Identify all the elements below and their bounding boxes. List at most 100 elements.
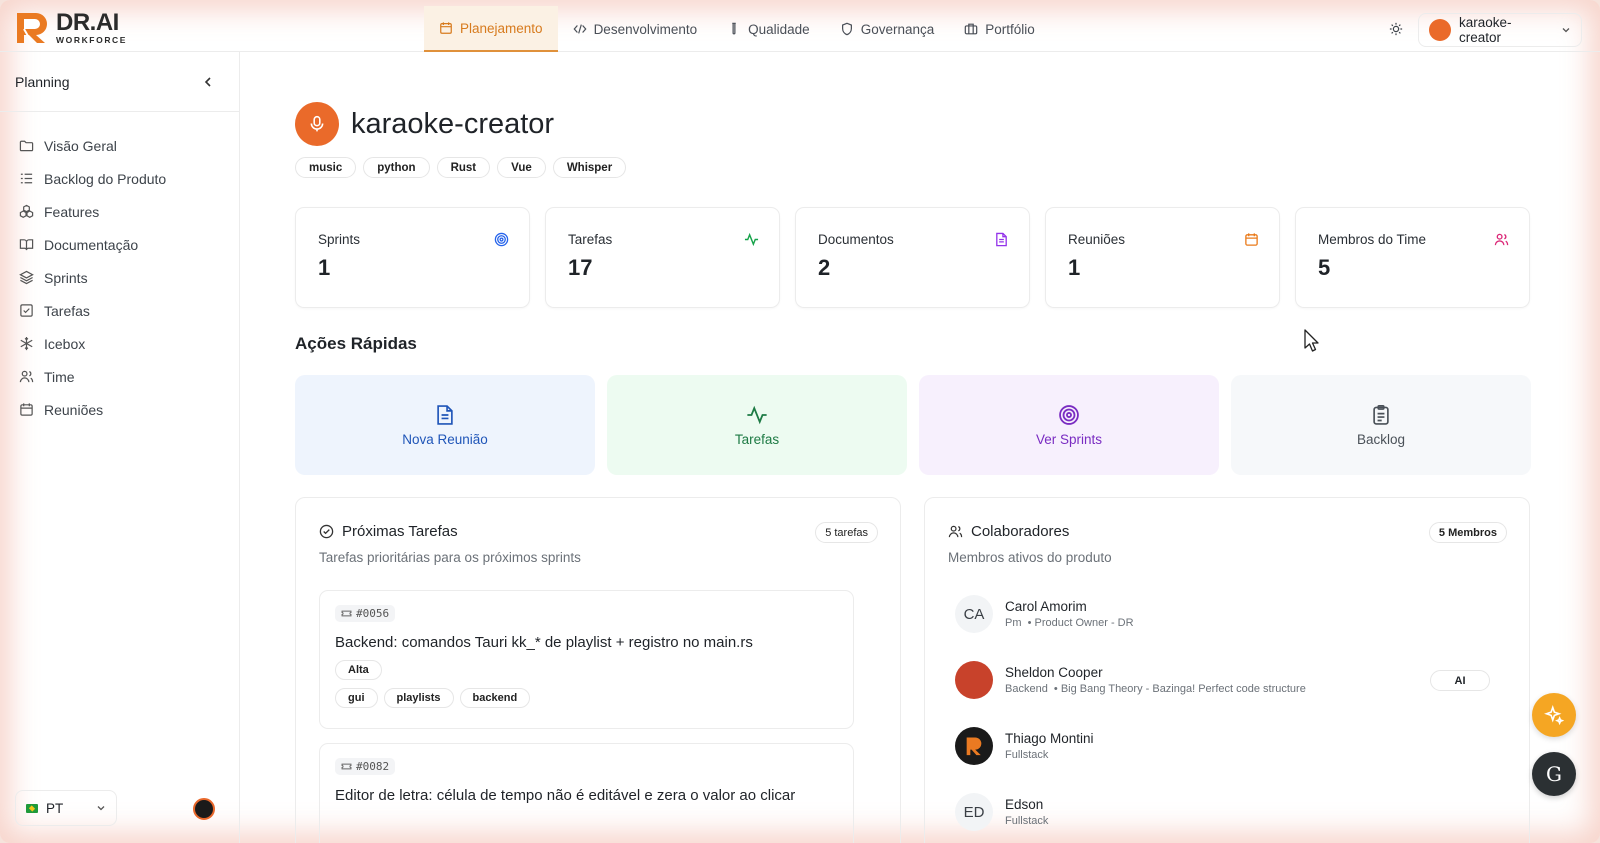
page-title: karaoke-creator (351, 107, 555, 140)
sidebar-item-label: Features (44, 203, 100, 220)
member-name: Carol Amorim (1005, 599, 1087, 614)
member-name: Sheldon Cooper (1005, 665, 1103, 680)
avatar: ED (955, 793, 993, 831)
member-role: Fullstack (1005, 749, 1049, 761)
task-tag: playlists (383, 688, 454, 709)
stat-label: Documentos (818, 232, 894, 247)
tag: python (363, 157, 430, 178)
calendar-icon (1245, 233, 1258, 246)
chevron-left-icon[interactable] (203, 76, 213, 88)
stat-value: 17 (568, 255, 593, 280)
action-label: Nova Reunião (402, 431, 488, 447)
sidebar-title: Planning (15, 73, 70, 90)
panel-title: Próximas Tarefas (342, 523, 458, 540)
users-icon (19, 370, 34, 383)
sidebar-item-documentacao[interactable]: Documentação (0, 228, 239, 261)
microphone-icon (310, 115, 324, 132)
stat-value: 5 (1318, 255, 1331, 280)
sidebar-item-features[interactable]: Features (0, 195, 239, 228)
user-avatar[interactable] (193, 798, 215, 820)
member-row[interactable]: ED Edson Fullstack (955, 793, 1048, 831)
nav-portfolio[interactable]: Portfólio (949, 6, 1050, 52)
priority-badge: Alta (335, 660, 382, 681)
sidebar-item-icebox[interactable]: Icebox (0, 327, 239, 360)
task-card[interactable]: #0056 Backend: comandos Tauri kk_* de pl… (319, 590, 854, 729)
members-count-badge: 5 Membros (1428, 522, 1507, 543)
calendar-icon (20, 403, 33, 416)
book-open-icon (19, 239, 34, 251)
sidebar-item-label: Sprints (44, 269, 88, 286)
logo-mark-icon (966, 737, 982, 756)
brand-name: DR.AI (56, 9, 119, 37)
project-switcher[interactable]: karaoke-creator (1418, 13, 1582, 47)
file-text-icon (437, 404, 453, 425)
task-title: Editor de letra: célula de tempo não é e… (335, 787, 796, 804)
view-sprints-button[interactable]: Ver Sprints (919, 375, 1219, 475)
stat-card-membros[interactable]: Membros do Time 5 (1295, 207, 1530, 308)
g-floating-button[interactable]: G (1532, 752, 1576, 796)
action-label: Backlog (1356, 431, 1406, 447)
nav-label: Desenvolvimento (593, 21, 698, 37)
action-label: Tarefas (734, 431, 780, 447)
task-card[interactable]: #0082 Editor de letra: célula de tempo n… (319, 743, 854, 843)
nav-qualidade[interactable]: Qualidade (712, 6, 825, 52)
nav-planejamento[interactable]: Planejamento (424, 6, 558, 52)
quick-actions: Nova Reunião Tarefas Ver Sprints Backlog (295, 375, 1531, 475)
stat-label: Reuniões (1068, 232, 1126, 247)
project-tags: music python Rust Vue Whisper (295, 157, 627, 178)
project-avatar (295, 102, 339, 146)
stat-label: Sprints (318, 232, 361, 247)
task-id-badge: #0056 (335, 605, 396, 622)
chevron-down-icon (1562, 28, 1570, 33)
check-square-icon (20, 304, 33, 317)
member-name: Thiago Montini (1005, 731, 1094, 746)
nav-label: Portfólio (985, 21, 1035, 37)
nav-label: Governança (860, 21, 935, 37)
shield-icon (841, 22, 852, 36)
sidebar-item-backlog[interactable]: Backlog do Produto (0, 162, 239, 195)
target-icon (494, 232, 509, 247)
stat-card-tarefas[interactable]: Tarefas 17 (545, 207, 780, 308)
code-icon (573, 24, 587, 34)
users-icon (1494, 233, 1509, 246)
task-tag: backend (459, 688, 531, 709)
sidebar-item-reunioes[interactable]: Reuniões (0, 393, 239, 426)
ai-assistant-button[interactable] (1532, 693, 1576, 737)
nav-desenvolvimento[interactable]: Desenvolvimento (558, 6, 713, 52)
sidebar-item-label: Visão Geral (44, 137, 117, 154)
task-id-badge: #0082 (335, 758, 396, 775)
tag: music (295, 157, 357, 178)
member-name: Edson (1005, 797, 1044, 812)
tasks-button[interactable]: Tarefas (607, 375, 907, 475)
project-avatar (1429, 19, 1451, 41)
brand-logo[interactable]: DR.AI WORKFORCE (14, 10, 127, 46)
theme-toggle-button[interactable] (1385, 18, 1407, 40)
panel-subtitle: Tarefas prioritárias para os próximos sp… (319, 550, 581, 565)
backlog-button[interactable]: Backlog (1231, 375, 1531, 475)
sidebar-item-visao-geral[interactable]: Visão Geral (0, 129, 239, 162)
logo-mark-icon (17, 13, 47, 44)
brand-subtitle: WORKFORCE (56, 35, 128, 46)
sidebar-item-time[interactable]: Time (0, 360, 239, 393)
member-row[interactable]: Sheldon Cooper Backend • Big Bang Theory… (955, 661, 1306, 699)
stat-card-sprints[interactable]: Sprints 1 (295, 207, 530, 308)
tag: Rust (436, 157, 491, 178)
task-title: Backend: comandos Tauri kk_* de playlist… (335, 634, 753, 651)
member-role: Backend (1005, 683, 1048, 695)
sidebar-item-tarefas[interactable]: Tarefas (0, 294, 239, 327)
nav-governanca[interactable]: Governança (825, 6, 950, 52)
sidebar-item-label: Reuniões (44, 401, 104, 418)
main-nav: Planejamento Desenvolvimento Qualidade G… (424, 6, 1050, 52)
stat-card-documentos[interactable]: Documentos 2 (795, 207, 1030, 308)
check-circle-icon (319, 524, 334, 539)
new-meeting-button[interactable]: Nova Reunião (295, 375, 595, 475)
nav-label: Qualidade (748, 21, 810, 37)
task-tag: gui (335, 688, 378, 709)
language-select[interactable]: PT (15, 790, 117, 826)
stat-card-reunioes[interactable]: Reuniões 1 (1045, 207, 1280, 308)
member-row[interactable]: CA Carol Amorim Pm • Product Owner - DR (955, 595, 1134, 633)
tag: Whisper (552, 157, 627, 178)
member-row[interactable]: Thiago Montini Fullstack (955, 727, 1094, 765)
sidebar-item-sprints[interactable]: Sprints (0, 261, 239, 294)
sidebar-item-label: Time (44, 368, 75, 385)
